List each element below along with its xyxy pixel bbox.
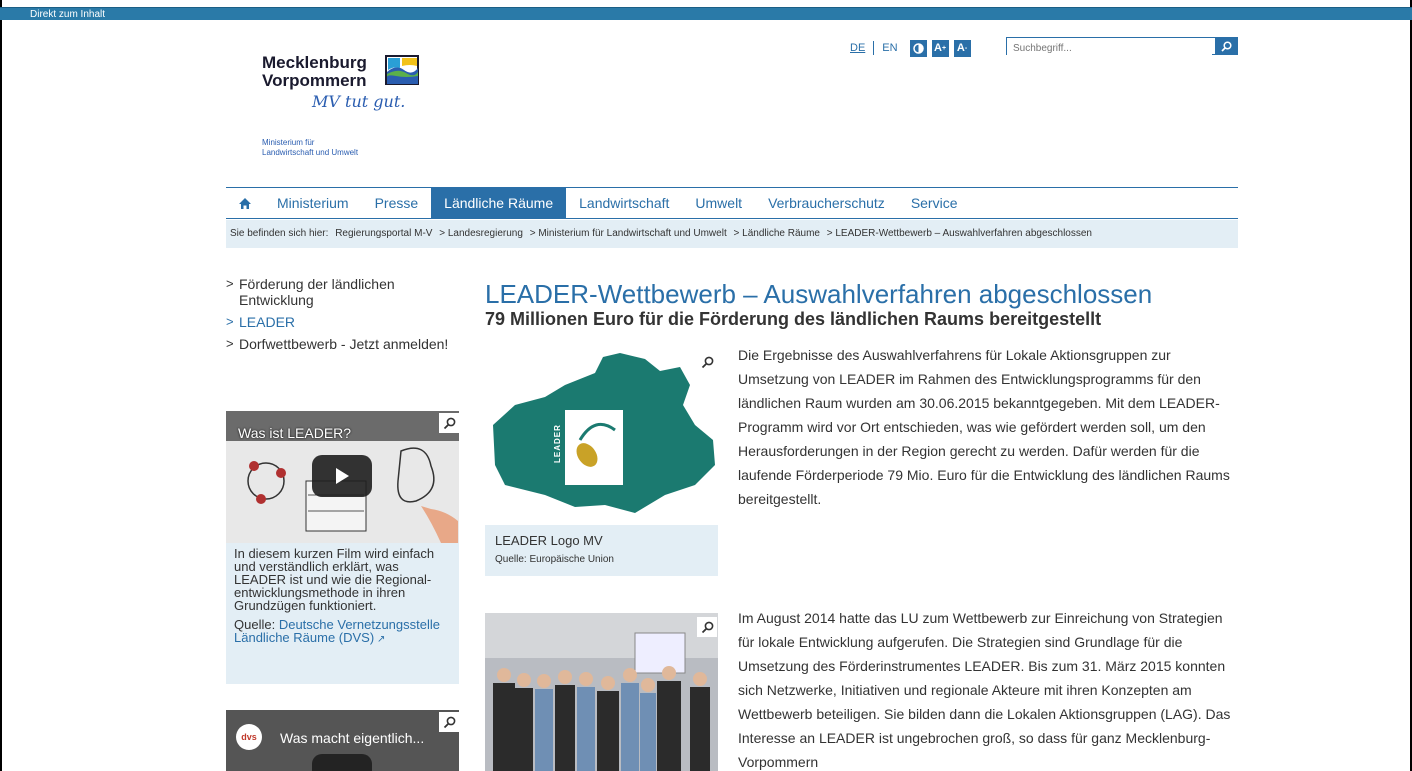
- logo-slogan: MV tut gut.: [312, 92, 406, 111]
- video-source: Quelle: Deutsche Vernetzungsstelle Ländl…: [234, 618, 451, 646]
- nav-item-service[interactable]: Service: [898, 188, 971, 218]
- search-box: [1006, 37, 1238, 57]
- play-button[interactable]: [312, 455, 372, 497]
- video-title: Was ist LEADER?: [238, 425, 352, 441]
- image-caption-1: LEADER Logo MV Quelle: Europäische Union: [485, 525, 718, 576]
- font-decrease-button[interactable]: A-: [953, 39, 971, 57]
- breadcrumb-current: > LEADER-Wettbewerb – Auswahlverfahren a…: [826, 228, 1092, 239]
- page-subtitle: 79 Millionen Euro für die Förderung des …: [485, 309, 1102, 329]
- group-photo-image[interactable]: [485, 613, 718, 771]
- nav-item-laendliche-raeume[interactable]: Ländliche Räume: [431, 188, 567, 218]
- font-increase-label: A: [934, 42, 942, 54]
- group-photo-drawing: [485, 613, 718, 771]
- logo-line2: Vorpommern: [262, 71, 367, 90]
- nav-item-ministerium[interactable]: Ministerium: [264, 188, 362, 218]
- breadcrumb-item[interactable]: > Ländliche Räume: [734, 228, 820, 239]
- sidebar-item-foerderung[interactable]: Förderung der ländlichen Entwicklung: [226, 276, 460, 308]
- page-title: LEADER-Wettbewerb – Auswahlverfahren abg…: [485, 279, 1153, 309]
- search-button[interactable]: [1215, 38, 1237, 54]
- breadcrumb-item[interactable]: Regierungsportal M-V: [335, 228, 432, 239]
- image-caption-title: LEADER Logo MV: [495, 533, 603, 548]
- mv-map-drawing: [493, 353, 715, 513]
- dvs-badge: dvs: [236, 724, 262, 750]
- lang-separator: [873, 41, 875, 55]
- video-title-2: Was macht eigentlich...: [280, 730, 425, 746]
- nav-item-presse[interactable]: Presse: [362, 188, 432, 218]
- ministry-line2: Landwirtschaft und Umwelt: [262, 148, 359, 157]
- nav-item-umwelt[interactable]: Umwelt: [682, 188, 755, 218]
- paragraph-2: Im August 2014 hatte das LU zum Wettbewe…: [738, 610, 1231, 770]
- ministry-name: Ministerium für Landwirtschaft und Umwel…: [262, 138, 358, 158]
- contrast-icon[interactable]: [909, 39, 927, 57]
- video-caption-1: In diesem kurzen Film wird einfach und v…: [226, 543, 459, 684]
- search-icon: [701, 621, 713, 633]
- video-player-1[interactable]: Was ist LEADER?: [226, 411, 459, 543]
- external-link-icon: ↗: [374, 634, 386, 645]
- ministry-line1: Ministerium für: [262, 138, 315, 147]
- zoom-button-2[interactable]: [439, 712, 459, 732]
- font-increase-button[interactable]: A +: [931, 39, 949, 57]
- mv-flag-icon: [385, 55, 419, 85]
- breadcrumb-prefix: Sie befinden sich hier:: [230, 228, 329, 239]
- breadcrumb: Sie befinden sich hier: Regierungsportal…: [226, 220, 1238, 248]
- font-decrease-label: A: [956, 42, 965, 54]
- home-button[interactable]: [226, 197, 264, 210]
- play-icon: [336, 468, 349, 484]
- zoom-button[interactable]: [439, 413, 459, 433]
- video-description: In diesem kurzen Film wird einfach und v…: [234, 546, 435, 613]
- logo-line1: Mecklenburg: [262, 53, 367, 72]
- search-icon: [701, 356, 713, 368]
- nav-item-verbraucherschutz[interactable]: Verbraucherschutz: [755, 188, 898, 218]
- search-icon: [1220, 40, 1232, 52]
- utility-bar: DE EN A + A-: [850, 38, 971, 58]
- skip-bar: Direkt zum Inhalt: [0, 7, 1412, 20]
- sidebar-item-leader[interactable]: LEADER: [226, 314, 460, 330]
- breadcrumb-item[interactable]: > Ministerium für Landwirtschaft und Umw…: [530, 228, 727, 239]
- sidebar-nav: Förderung der ländlichen Entwicklung LEA…: [226, 276, 460, 358]
- play-button-2[interactable]: [312, 754, 372, 771]
- search-icon: [443, 716, 455, 728]
- image-caption-source: Quelle: Europäische Union: [495, 554, 614, 565]
- skip-to-content-link[interactable]: Direkt zum Inhalt: [30, 8, 105, 21]
- paragraph-1: Die Ergebnisse des Auswahlverfahrens für…: [738, 347, 1230, 507]
- zoom-button-img2[interactable]: [697, 617, 717, 637]
- home-icon: [239, 197, 251, 209]
- nav-item-landwirtschaft[interactable]: Landwirtschaft: [566, 188, 682, 218]
- leader-logo-text: LEADER: [553, 424, 562, 463]
- zoom-button-img1[interactable]: [697, 352, 717, 372]
- search-input[interactable]: [1007, 40, 1212, 57]
- search-icon: [443, 417, 455, 429]
- lang-en-link[interactable]: EN: [882, 42, 897, 54]
- video-player-2[interactable]: dvs Was macht eigentlich...: [226, 710, 459, 771]
- site-logo[interactable]: Mecklenburg Vorpommern MV tut gut. Minis…: [262, 54, 462, 164]
- breadcrumb-item[interactable]: > Landesregierung: [439, 228, 523, 239]
- sidebar-item-dorfwettbewerb[interactable]: Dorfwettbewerb - Jetzt anmelden!: [226, 336, 460, 352]
- main-navigation: Ministerium Presse Ländliche Räume Landw…: [226, 187, 1238, 219]
- leader-map-image[interactable]: LEADER: [485, 345, 718, 525]
- lang-de-link[interactable]: DE: [850, 42, 865, 54]
